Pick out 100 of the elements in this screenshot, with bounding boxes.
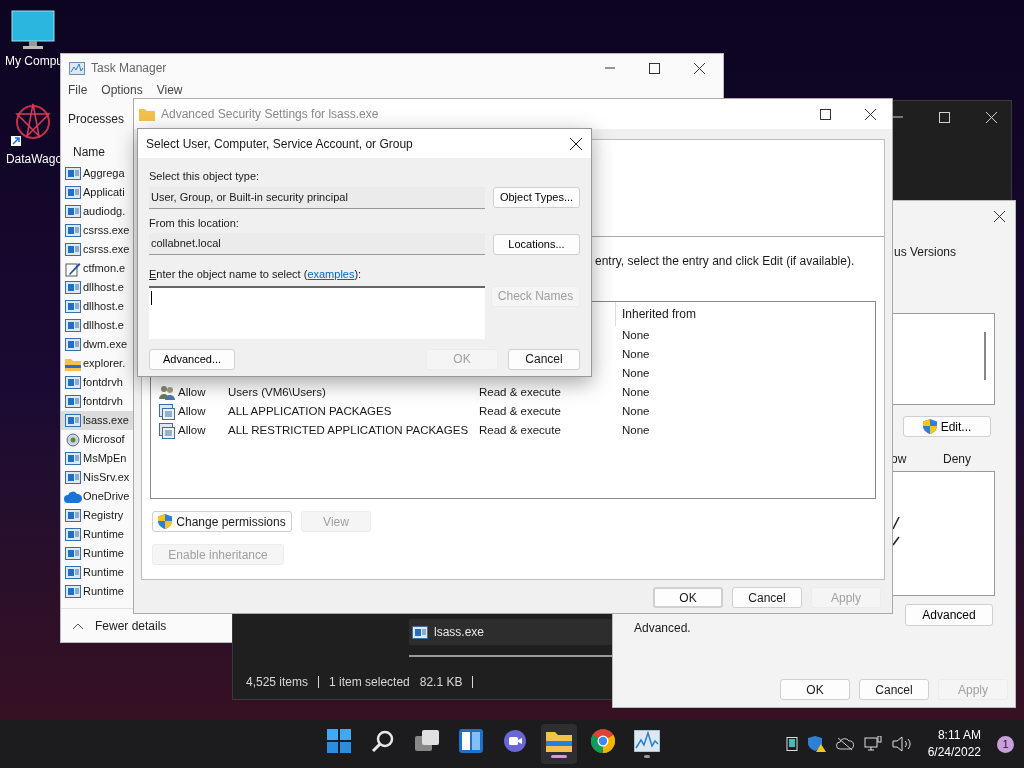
windows-icon[interactable] [326, 729, 351, 753]
table-cell: Allow [178, 423, 206, 436]
window-icon [65, 338, 81, 351]
search-icon[interactable] [370, 729, 395, 753]
network-icon[interactable] [863, 736, 882, 752]
action-button[interactable]: Change permissions [152, 511, 292, 532]
process-name: fontdrvh [83, 375, 123, 391]
object-name-field[interactable] [149, 285, 485, 339]
folder-icon[interactable] [545, 730, 572, 752]
process-row[interactable]: Runtime [61, 563, 133, 582]
process-name: fontdrvh [83, 394, 123, 410]
process-name: Runtime [83, 584, 124, 600]
tab-label[interactable]: us Versions [894, 243, 995, 261]
process-row[interactable]: MsMpEn [61, 449, 133, 468]
dialog-button[interactable]: OK [780, 679, 850, 700]
folder-icon [65, 356, 81, 371]
shield-icon [922, 419, 937, 434]
process-name: Applicati [83, 185, 125, 201]
dialog-button[interactable]: OK [653, 587, 723, 608]
window-icon [65, 167, 81, 180]
monitor-icon[interactable] [11, 10, 55, 50]
chat-icon[interactable] [502, 729, 527, 753]
process-row[interactable]: Runtime [61, 544, 133, 563]
process-row[interactable]: audiodg. [61, 202, 133, 221]
table-cell: Read & execute [479, 385, 561, 398]
cloud-icon [64, 490, 82, 503]
process-name: Aggrega [83, 166, 125, 182]
process-row[interactable]: dllhost.e [61, 278, 133, 297]
dialog-button[interactable]: Cancel [732, 587, 802, 608]
process-row[interactable]: dllhost.e [61, 297, 133, 316]
process-name: dwm.exe [83, 337, 128, 353]
close-icon[interactable] [994, 210, 1005, 222]
taskbar-button[interactable] [540, 724, 577, 764]
close-icon[interactable] [570, 137, 582, 150]
process-row[interactable]: OneDrive [61, 487, 133, 506]
menu-item[interactable]: Options [101, 84, 143, 97]
speaker-icon[interactable] [891, 736, 912, 752]
process-name: lsass.exe [83, 413, 129, 429]
process-row[interactable]: Aggrega [61, 164, 133, 183]
table-cell-text: None [622, 346, 650, 362]
process-row[interactable]: dllhost.e [61, 316, 133, 335]
close-icon[interactable] [694, 62, 705, 74]
window-icon [65, 414, 81, 427]
notification-badge[interactable]: 1 [997, 735, 1014, 753]
process-row[interactable]: csrss.exe [61, 221, 133, 240]
process-row[interactable]: lsass.exe [61, 411, 133, 430]
window-icon [412, 625, 428, 639]
edit-button[interactable]: Edit... [903, 416, 991, 437]
process-row[interactable]: Runtime [61, 582, 133, 601]
selected-row[interactable]: lsass.exe [409, 619, 613, 645]
dialog-button[interactable]: Cancel [508, 348, 580, 370]
examples-link[interactable]: examples [307, 268, 355, 280]
process-row[interactable]: csrss.exe [61, 240, 133, 259]
window-icon [65, 243, 81, 256]
process-name: Microsof [83, 432, 125, 448]
scrollbar-thumb [984, 332, 986, 380]
tab[interactable]: Processes [68, 110, 125, 128]
process-row[interactable]: dwm.exe [61, 335, 133, 354]
dialog-button[interactable]: Cancel [859, 679, 929, 700]
widgets-icon[interactable] [458, 729, 483, 753]
chart-window-icon[interactable] [633, 730, 660, 752]
process-name: explorer. [83, 356, 126, 372]
tablet-icon[interactable] [785, 737, 798, 751]
fewer-details-link[interactable]: Fewer details [95, 616, 167, 635]
process-row[interactable]: Microsof [61, 430, 133, 449]
field-label: From this location: [149, 215, 240, 231]
process-name: Registry [83, 508, 124, 524]
process-row[interactable]: fontdrvh [61, 392, 133, 411]
table-cell-text: None [622, 327, 650, 343]
object-types-button[interactable]: Object Types... [493, 187, 580, 208]
table-cell: Allow [178, 385, 206, 398]
maximize-icon[interactable] [820, 108, 831, 120]
field-label: Enter the object name to select (examples): [149, 267, 363, 282]
task-view-icon[interactable] [414, 730, 439, 752]
process-name: csrss.exe [83, 242, 130, 258]
desktop-icon-label[interactable]: DataWago [3, 150, 63, 168]
menu-item[interactable]: File [68, 84, 88, 97]
package-icon [158, 403, 175, 420]
process-name: dllhost.e [83, 318, 124, 334]
maximize-icon[interactable] [649, 62, 660, 74]
close-icon[interactable] [865, 108, 876, 120]
process-row[interactable]: Applicati [61, 183, 133, 202]
process-name: OneDrive [83, 489, 130, 505]
advanced-button[interactable]: Advanced... [149, 348, 235, 370]
note-text: Advanced. [634, 620, 691, 637]
process-row[interactable]: explorer. [61, 354, 133, 373]
table-cell-text: None [622, 365, 650, 381]
browser-icon[interactable] [590, 729, 615, 753]
process-row[interactable]: NisSrv.ex [61, 468, 133, 487]
process-row[interactable]: ctfmon.e [61, 259, 133, 278]
clock[interactable]: 8:11 AM 6/24/2022 [927, 727, 981, 761]
menu-item[interactable]: View [156, 84, 183, 97]
chevron-up-icon[interactable] [73, 622, 83, 629]
cloud-off-icon[interactable] [835, 737, 854, 751]
process-row[interactable]: Registry [61, 506, 133, 525]
process-row[interactable]: Runtime [61, 525, 133, 544]
locations-button[interactable]: Locations... [493, 233, 580, 255]
process-row[interactable]: fontdrvh [61, 373, 133, 392]
advanced-button[interactable]: Advanced [905, 604, 993, 626]
shield-warning-icon[interactable] [807, 736, 826, 752]
